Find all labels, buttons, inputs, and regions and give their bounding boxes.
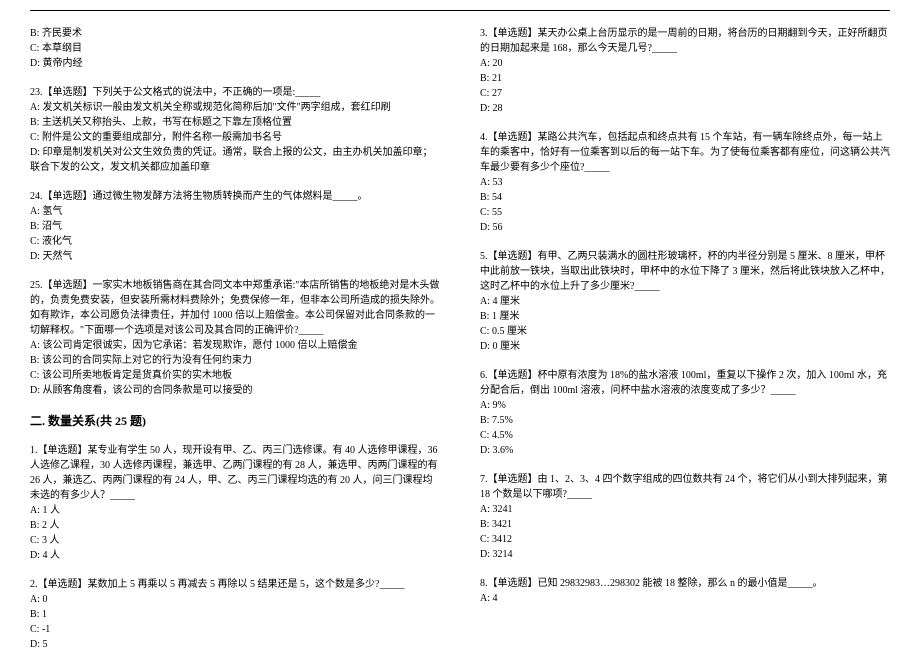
q22-partial: B: 齐民要术 C: 本草纲目 D: 黄帝内经 xyxy=(30,26,440,71)
question-stem: 7.【单选题】由 1、2、3、4 四个数字组成的四位数共有 24 个，将它们从小… xyxy=(480,472,890,502)
section2-q4: 4.【单选题】某路公共汽车，包括起点和终点共有 15 个车站，有一辆车除终点外，… xyxy=(480,130,890,235)
section2-q1: 1.【单选题】某专业有学生 50 人，现开设有甲、乙、丙三门选修课。有 40 人… xyxy=(30,443,440,563)
option-c: C: 液化气 xyxy=(30,234,440,249)
option-a: A: 4 厘米 xyxy=(480,294,890,309)
two-column-layout: B: 齐民要术 C: 本草纲目 D: 黄帝内经 23.【单选题】下列关于公文格式… xyxy=(30,26,890,666)
option-c: C: 27 xyxy=(480,86,890,101)
option-b: B: 7.5% xyxy=(480,413,890,428)
option-d: D: 天然气 xyxy=(30,249,440,264)
option-c: C: 3412 xyxy=(480,532,890,547)
left-column: B: 齐民要术 C: 本草纲目 D: 黄帝内经 23.【单选题】下列关于公文格式… xyxy=(30,26,440,666)
option-b: B: 该公司的合同实际上对它的行为没有任何约束力 xyxy=(30,353,440,368)
question-stem: 4.【单选题】某路公共汽车，包括起点和终点共有 15 个车站，有一辆车除终点外，… xyxy=(480,130,890,175)
section2-q2: 2.【单选题】某数加上 5 再乘以 5 再减去 5 再除以 5 结果还是 5，这… xyxy=(30,577,440,652)
question-stem: 8.【单选题】已知 29832983…298302 能被 18 整除，那么 n … xyxy=(480,576,890,591)
option-b: B: 21 xyxy=(480,71,890,86)
option-a: A: 9% xyxy=(480,398,890,413)
option-b: B: 1 厘米 xyxy=(480,309,890,324)
right-column: 3.【单选题】某天办公桌上台历显示的是一周前的日期，将台历的日期翻到今天，正好所… xyxy=(480,26,890,666)
option-c: C: -1 xyxy=(30,622,440,637)
option-b: B: 沼气 xyxy=(30,219,440,234)
option-d: D: 3.6% xyxy=(480,443,890,458)
option-c: C: 3 人 xyxy=(30,533,440,548)
option-c: C: 该公司所卖地板肯定是货真价实的实木地板 xyxy=(30,368,440,383)
section2-q6: 6.【单选题】杯中原有浓度为 18%的盐水溶液 100ml，重复以下操作 2 次… xyxy=(480,368,890,458)
question-stem: 1.【单选题】某专业有学生 50 人，现开设有甲、乙、丙三门选修课。有 40 人… xyxy=(30,443,440,503)
question-stem: 2.【单选题】某数加上 5 再乘以 5 再减去 5 再除以 5 结果还是 5，这… xyxy=(30,577,440,592)
option-b: B: 54 xyxy=(480,190,890,205)
section2-q3: 3.【单选题】某天办公桌上台历显示的是一周前的日期，将台历的日期翻到今天，正好所… xyxy=(480,26,890,116)
option-b: B: 主送机关又称抬头、上款，书写在标题之下靠左顶格位置 xyxy=(30,115,440,130)
option-a: A: 3241 xyxy=(480,502,890,517)
page-top-rule xyxy=(30,10,890,11)
question-stem: 23.【单选题】下列关于公文格式的说法中，不正确的一项是:_____ xyxy=(30,85,440,100)
option-a: A: 1 人 xyxy=(30,503,440,518)
option-a: A: 4 xyxy=(480,591,890,606)
option-a: A: 53 xyxy=(480,175,890,190)
option-b: B: 齐民要术 xyxy=(30,26,440,41)
q24: 24.【单选题】通过微生物发酵方法将生物质转换而产生的气体燃料是_____。 A… xyxy=(30,189,440,264)
option-c: C: 0.5 厘米 xyxy=(480,324,890,339)
option-a: A: 发文机关标识一般由发文机关全称或规范化简称后加"文件"两字组成，套红印刷 xyxy=(30,100,440,115)
option-c: C: 55 xyxy=(480,205,890,220)
question-stem: 5.【单选题】有甲、乙两只装满水的圆柱形玻璃杯，杯的内半径分别是 5 厘米、8 … xyxy=(480,249,890,294)
question-stem: 24.【单选题】通过微生物发酵方法将生物质转换而产生的气体燃料是_____。 xyxy=(30,189,440,204)
option-b: B: 3421 xyxy=(480,517,890,532)
option-a: A: 20 xyxy=(480,56,890,71)
question-stem: 3.【单选题】某天办公桌上台历显示的是一周前的日期，将台历的日期翻到今天，正好所… xyxy=(480,26,890,56)
option-d: D: 5 xyxy=(30,637,440,652)
option-c: C: 4.5% xyxy=(480,428,890,443)
option-c: C: 附件是公文的重要组成部分，附件名称一般需加书名号 xyxy=(30,130,440,145)
option-d: D: 4 人 xyxy=(30,548,440,563)
option-d: D: 0 厘米 xyxy=(480,339,890,354)
option-d: D: 28 xyxy=(480,101,890,116)
q25: 25.【单选题】一家实木地板销售商在其合同文本中郑重承诺:"本店所销售的地板绝对… xyxy=(30,278,440,398)
section-2-header: 二. 数量关系(共 25 题) xyxy=(30,412,440,429)
option-c: C: 本草纲目 xyxy=(30,41,440,56)
section2-q7: 7.【单选题】由 1、2、3、4 四个数字组成的四位数共有 24 个，将它们从小… xyxy=(480,472,890,562)
q23: 23.【单选题】下列关于公文格式的说法中，不正确的一项是:_____ A: 发文… xyxy=(30,85,440,175)
option-d: D: 从顾客角度看，该公司的合同条款是可以接受的 xyxy=(30,383,440,398)
question-stem: 25.【单选题】一家实木地板销售商在其合同文本中郑重承诺:"本店所销售的地板绝对… xyxy=(30,278,440,338)
option-b: B: 1 xyxy=(30,607,440,622)
option-a: A: 0 xyxy=(30,592,440,607)
option-d: D: 印章是制发机关对公文生效负责的凭证。通常，联合上报的公文，由主办机关加盖印… xyxy=(30,145,440,175)
question-stem: 6.【单选题】杯中原有浓度为 18%的盐水溶液 100ml，重复以下操作 2 次… xyxy=(480,368,890,398)
option-b: B: 2 人 xyxy=(30,518,440,533)
option-d: D: 3214 xyxy=(480,547,890,562)
option-d: D: 56 xyxy=(480,220,890,235)
option-d: D: 黄帝内经 xyxy=(30,56,440,71)
option-a: A: 该公司肯定很诚实，因为它承诺：若发现欺诈，愿付 1000 倍以上赔偿金 xyxy=(30,338,440,353)
section2-q5: 5.【单选题】有甲、乙两只装满水的圆柱形玻璃杯，杯的内半径分别是 5 厘米、8 … xyxy=(480,249,890,354)
section2-q8: 8.【单选题】已知 29832983…298302 能被 18 整除，那么 n … xyxy=(480,576,890,606)
option-a: A: 氢气 xyxy=(30,204,440,219)
